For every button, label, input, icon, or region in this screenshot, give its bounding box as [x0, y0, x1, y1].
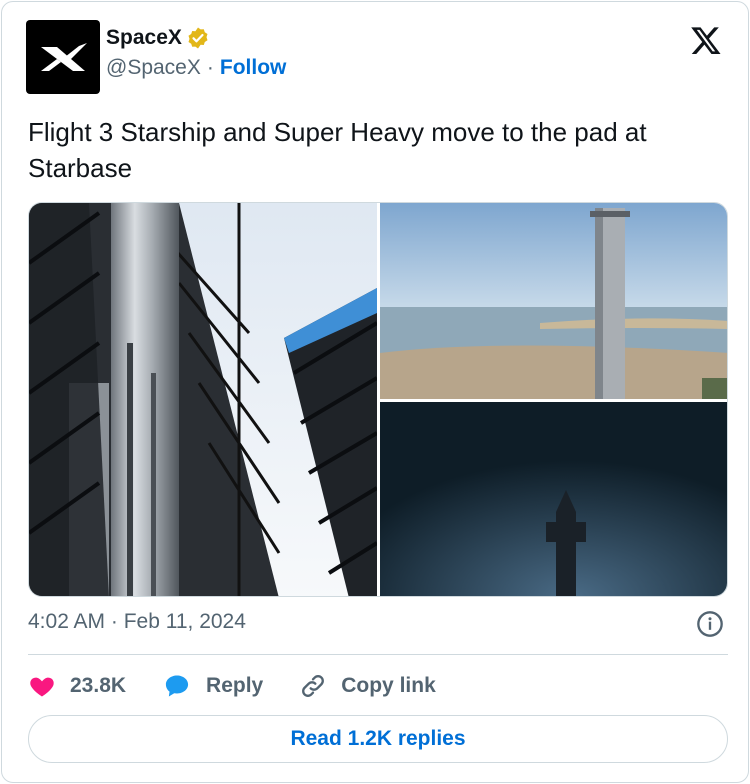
author-names: SpaceX @SpaceX · Follow: [106, 26, 286, 80]
embedded-post-card: SpaceX @SpaceX · Follow Flight 3 Starshi…: [1, 1, 749, 783]
photo-starship-tower[interactable]: [29, 203, 377, 596]
post-header: SpaceX @SpaceX · Follow: [26, 20, 726, 94]
reply-bubble-icon: [165, 675, 189, 697]
photo-starship-night[interactable]: [380, 402, 727, 596]
handle-separator: ·: [206, 56, 214, 79]
copy-link-label: Copy link: [341, 674, 436, 697]
heart-icon: [30, 677, 54, 697]
link-icon: [302, 675, 325, 697]
reply-label: Reply: [206, 674, 264, 697]
post-timestamp[interactable]: 4:02 AM · Feb 11, 2024: [28, 610, 246, 634]
x-logo-icon[interactable]: [690, 24, 722, 56]
action-bar: 23.8K Reply Copy link: [28, 668, 472, 704]
author-display-name[interactable]: SpaceX: [106, 26, 182, 50]
divider: [28, 654, 728, 655]
info-icon[interactable]: [696, 610, 724, 638]
follow-button[interactable]: Follow: [220, 56, 287, 80]
like-button[interactable]: 23.8K: [28, 672, 126, 700]
photo-booster-coast[interactable]: [380, 203, 727, 399]
author-handle[interactable]: @SpaceX: [106, 56, 201, 80]
reply-button[interactable]: Reply: [162, 672, 263, 700]
spacex-logo-icon: [41, 43, 87, 71]
post-text: Flight 3 Starship and Super Heavy move t…: [28, 117, 647, 183]
avatar[interactable]: [26, 20, 100, 94]
read-replies-button[interactable]: Read 1.2K replies: [28, 715, 728, 763]
media-grid: [28, 202, 728, 597]
copy-link-button[interactable]: Copy link: [299, 672, 436, 700]
like-count: 23.8K: [70, 674, 127, 697]
verified-badge-icon: [188, 27, 208, 49]
